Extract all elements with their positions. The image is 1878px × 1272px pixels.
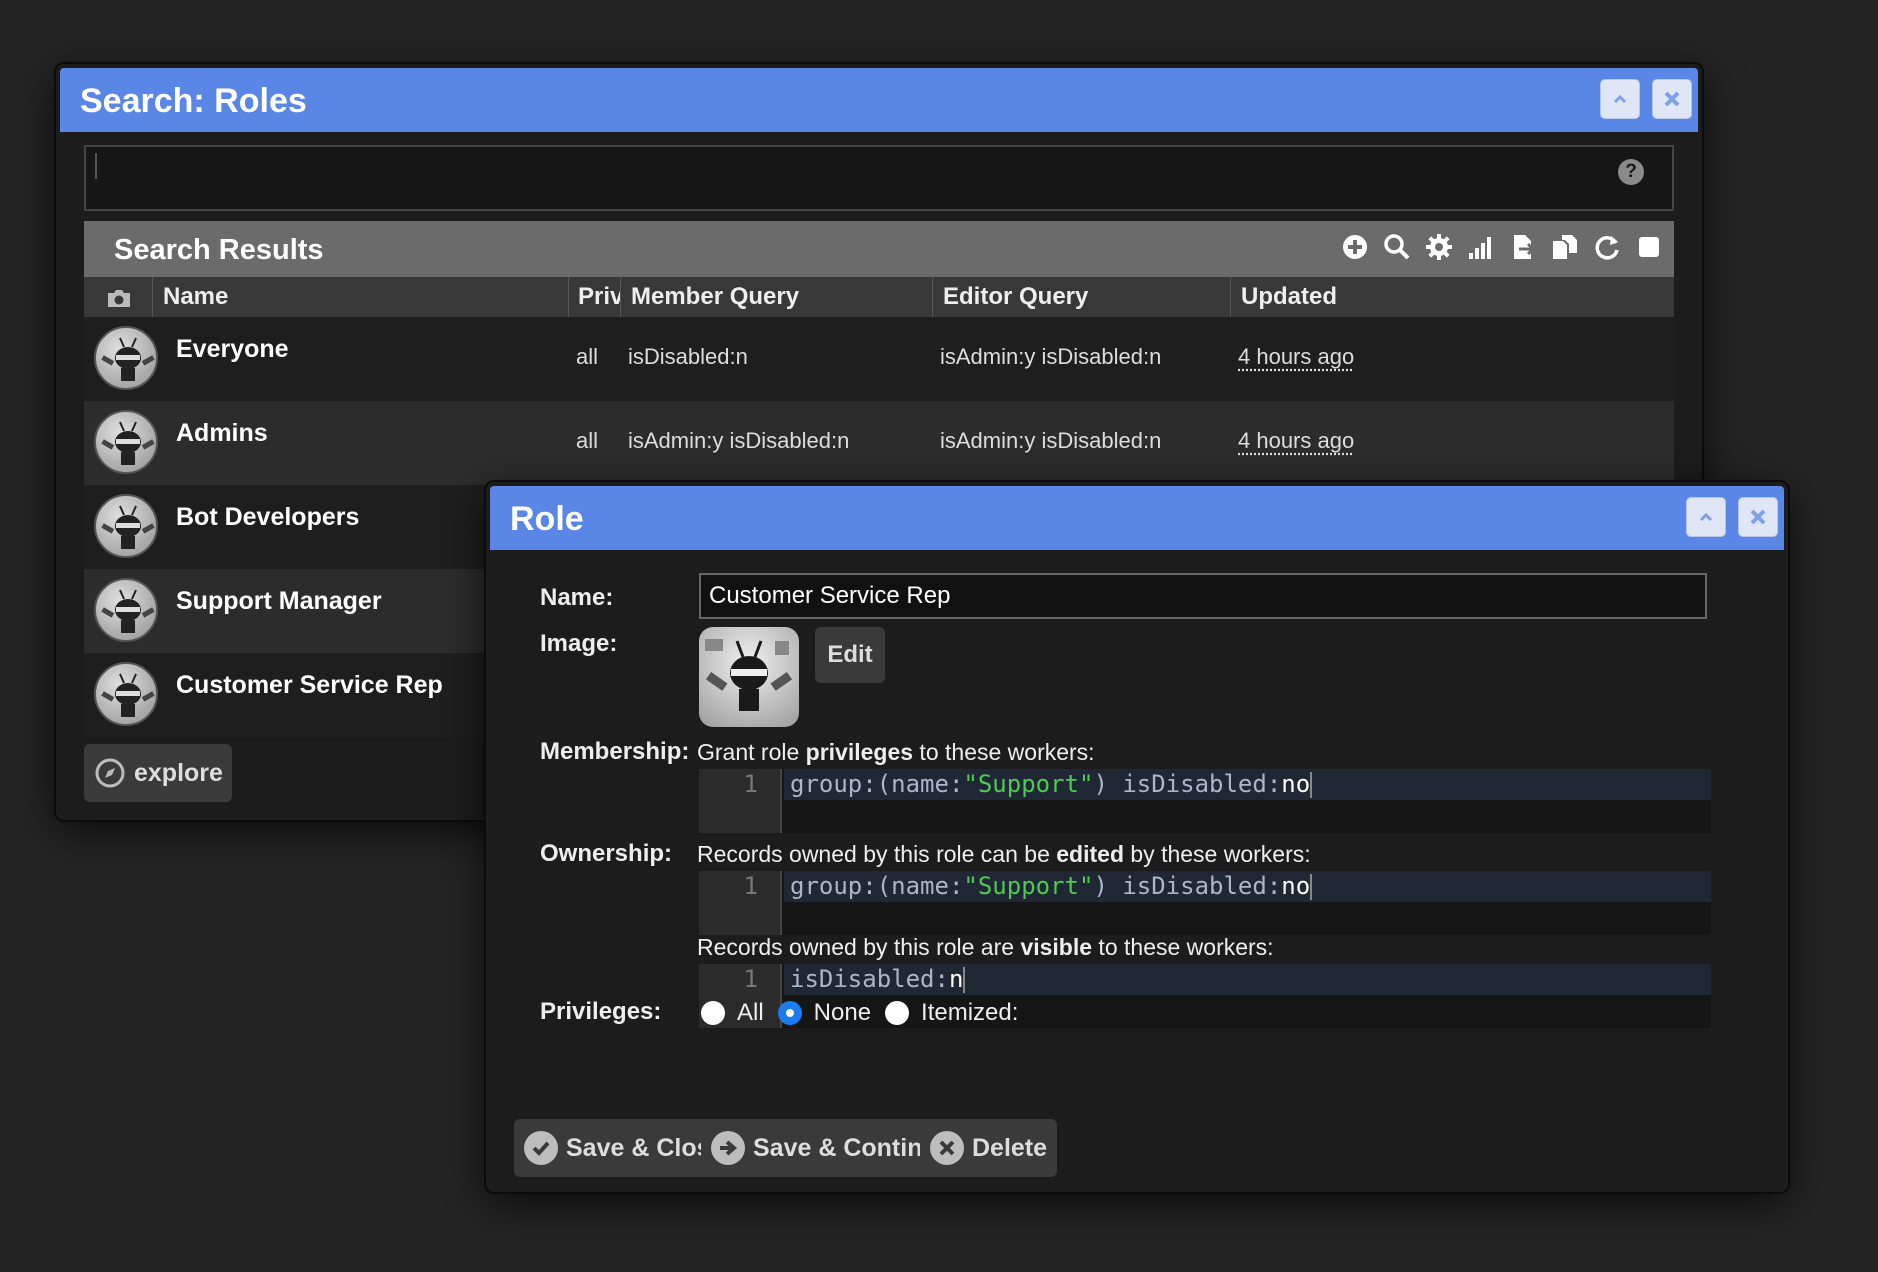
table-row[interactable]: Admins all isAdmin:y isDisabled:n isAdmi… [84, 401, 1674, 485]
role-updated: 4 hours ago [1238, 428, 1355, 453]
edit-image-button[interactable]: Edit [815, 627, 885, 683]
ownership-edit-query-code[interactable]: group:(name:"Support") isDisabled:no [784, 871, 1711, 902]
close-button[interactable] [1738, 497, 1778, 537]
role-member-query: isAdmin:y isDisabled:n [628, 428, 850, 453]
role-avatar [94, 494, 158, 558]
gear-icon[interactable] [1424, 231, 1454, 263]
select-all-icon[interactable] [1634, 231, 1664, 263]
close-icon [1664, 91, 1680, 107]
role-window-title: Role [510, 500, 584, 538]
privileges-option-itemized: Itemized: [921, 999, 1019, 1026]
signal-bars-icon[interactable] [1466, 231, 1496, 263]
role-image [699, 627, 799, 727]
ownership-edit-query-editor[interactable]: 1 group:(name:"Support") isDisabled:no [699, 871, 1711, 935]
search-window-titlebar[interactable]: Search: Roles [60, 68, 1698, 132]
role-updated: 4 hours ago [1238, 344, 1355, 369]
role-name-field[interactable] [699, 573, 1707, 619]
delete-label: Delete [972, 1133, 1048, 1162]
text-cursor [95, 153, 97, 179]
camera-icon [108, 290, 130, 307]
column-header-editor-query[interactable]: Editor Query [932, 277, 1230, 317]
search-icon[interactable] [1382, 231, 1412, 263]
role-name: Bot Developers [176, 503, 360, 531]
chevron-up-icon [1699, 512, 1713, 522]
chevron-up-icon [1613, 94, 1627, 104]
membership-description: Grant role privileges to these workers: [697, 739, 1095, 765]
role-avatar [94, 662, 158, 726]
explore-button[interactable]: explore [84, 744, 232, 802]
membership-query-editor[interactable]: 1 group:(name:"Support") isDisabled:no [699, 769, 1711, 833]
role-name: Everyone [176, 335, 289, 363]
role-name: Support Manager [176, 587, 382, 615]
delete-button[interactable]: Delete [920, 1119, 1058, 1177]
role-avatar [94, 578, 158, 642]
role-window-titlebar[interactable]: Role [490, 486, 1784, 550]
role-editor-query: isAdmin:y isDisabled:n [940, 428, 1162, 453]
help-icon[interactable]: ? [1618, 159, 1644, 185]
membership-query-code[interactable]: group:(name:"Support") isDisabled:no [784, 769, 1711, 800]
column-header-privileges[interactable]: Privi [568, 277, 620, 317]
ownership-visible-description: Records owned by this role are visible t… [697, 934, 1274, 960]
privileges-option-all: All [737, 999, 764, 1026]
membership-label: Membership: [540, 738, 690, 765]
delete-x-icon [930, 1131, 964, 1165]
table-row[interactable]: Everyone all isDisabled:n isAdmin:y isDi… [84, 317, 1674, 401]
collapse-button[interactable] [1600, 79, 1640, 119]
column-header-member-query[interactable]: Member Query [620, 277, 932, 317]
collapse-button[interactable] [1686, 497, 1726, 537]
refresh-icon[interactable] [1592, 231, 1622, 263]
privileges-label: Privileges: [540, 998, 662, 1025]
close-button[interactable] [1652, 79, 1692, 119]
compass-icon [95, 758, 125, 788]
role-editor-window: Role Name: Image: Edit Membership: Grant… [486, 482, 1788, 1192]
role-privileges: all [576, 428, 599, 453]
line-number: 1 [743, 770, 758, 798]
add-icon[interactable] [1340, 231, 1370, 263]
search-results-title: Search Results [114, 234, 324, 266]
role-member-query: isDisabled:n [628, 344, 748, 369]
explore-label: explore [134, 758, 223, 787]
privileges-radio-itemized[interactable] [885, 1001, 910, 1025]
image-label: Image: [540, 630, 618, 657]
column-header-updated[interactable]: Updated [1230, 277, 1674, 317]
role-privileges: all [576, 344, 599, 369]
role-name: Customer Service Rep [176, 671, 443, 699]
privileges-option-none: None [813, 999, 872, 1026]
name-label: Name: [540, 584, 614, 611]
copy-icon[interactable] [1550, 231, 1580, 263]
arrow-right-icon [711, 1131, 745, 1165]
ownership-edit-description: Records owned by this role can be edited… [697, 841, 1311, 867]
column-header-image[interactable] [84, 277, 152, 317]
close-icon [1750, 509, 1766, 525]
ownership-visible-query-code[interactable]: isDisabled:n [784, 964, 1711, 995]
search-results-header: Search Results [84, 221, 1674, 277]
column-header-name[interactable]: Name [152, 277, 568, 317]
privileges-radio-none[interactable] [777, 1001, 802, 1025]
role-editor-query: isAdmin:y isDisabled:n [940, 344, 1162, 369]
search-input[interactable]: ? [84, 145, 1674, 211]
export-icon[interactable] [1508, 231, 1538, 263]
line-number: 1 [743, 965, 758, 993]
privileges-radio-all[interactable] [701, 1001, 725, 1025]
privileges-radio-group: All None Itemized: [701, 999, 1032, 1027]
line-number: 1 [743, 872, 758, 900]
role-name: Admins [176, 419, 268, 447]
column-headers: Name Privi Member Query Editor Query Upd… [84, 277, 1674, 317]
role-avatar [94, 326, 158, 390]
ownership-label: Ownership: [540, 840, 673, 867]
checkmark-icon [524, 1131, 558, 1165]
role-avatar [94, 410, 158, 474]
search-window-title: Search: Roles [80, 82, 307, 120]
